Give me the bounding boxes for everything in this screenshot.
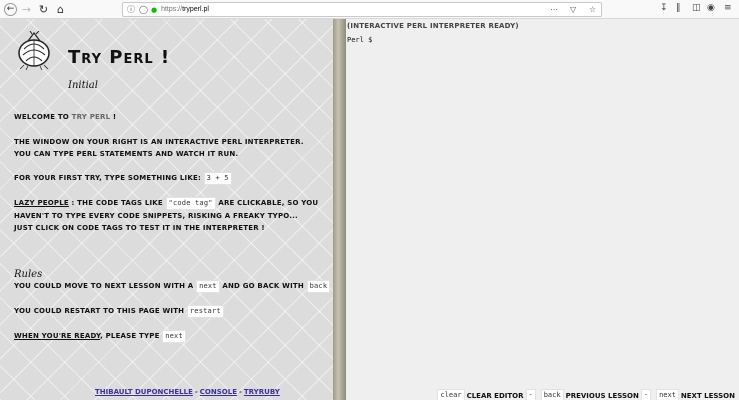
intro-line-2: You can type Perl statements and watch i… [14, 150, 239, 158]
lesson-pane: Try Perl ! Initial Welcome to Try Perl !… [0, 19, 333, 400]
intro-text: The window on your right is an interacti… [14, 136, 304, 160]
library-icon[interactable]: ‖ [676, 3, 681, 13]
rule-next-back: You could move to next lesson with a nex… [14, 280, 331, 293]
url-host: tryperl.pl [182, 6, 209, 13]
rules-heading: Rules [14, 269, 43, 280]
forward-icon[interactable]: → [19, 2, 34, 17]
back-code-tag[interactable]: back [540, 389, 564, 400]
next-code-tag[interactable]: next [656, 389, 679, 400]
rule1-text-1: You could move to next lesson with a [14, 282, 197, 290]
onion-logo-icon [18, 31, 50, 71]
welcome-text: Welcome to Try Perl ! [14, 111, 116, 123]
sidebar-icon[interactable]: ◫ [692, 3, 701, 13]
tryruby-link[interactable]: TryRuby [244, 388, 280, 396]
intro-line-1: The window on your right is an interacti… [14, 138, 304, 146]
reload-icon[interactable]: ↻ [36, 2, 51, 17]
console-footer: clear Clear editor - back Previous lesso… [434, 389, 735, 400]
welcome-prefix: Welcome to [14, 113, 72, 121]
perl-console[interactable]: (Interactive Perl interpreter ready) Per… [346, 19, 739, 400]
welcome-suffix: ! [110, 113, 117, 121]
code-tag-back[interactable]: back [306, 280, 331, 293]
welcome-highlight: Try Perl [71, 113, 111, 121]
separator: - [640, 389, 652, 400]
lock-icon[interactable]: ● [151, 6, 157, 14]
lazy-people-label: Lazy people [14, 199, 69, 207]
rule1-text-2: and go back with [219, 282, 307, 290]
bookmark-star-icon[interactable]: ☆ [589, 5, 596, 14]
code-tag-restart[interactable]: restart [186, 305, 224, 318]
rule2-text: You could restart to this page with [14, 307, 187, 315]
ready-text-body: , please type [100, 332, 163, 340]
console-link[interactable]: Console [200, 388, 237, 396]
code-tag-next-ready[interactable]: next [162, 330, 186, 343]
author-link[interactable]: Thibault Duponchelle [95, 388, 193, 396]
clear-code-tag[interactable]: clear [437, 389, 465, 400]
separator: - [525, 389, 536, 400]
home-icon[interactable]: ⌂ [53, 2, 68, 17]
code-tag-next[interactable]: next [196, 280, 220, 293]
lazy-people-text: Lazy people : the code tags like "code t… [14, 197, 319, 234]
account-icon[interactable]: ◉ [707, 3, 715, 13]
ready-label: When you're ready [14, 332, 101, 340]
first-try-label: For your first try, type something like: [14, 174, 204, 182]
code-tag-3-plus-5[interactable]: 3 + 5 [203, 172, 232, 185]
page-actions-icon[interactable]: ⋯ [550, 5, 558, 14]
shield-icon[interactable]: ◯ [139, 5, 148, 14]
menu-icon[interactable]: ≡ [724, 3, 732, 13]
code-tag-example[interactable]: "code tag" [165, 197, 216, 210]
clear-editor-label: Clear editor [466, 391, 524, 400]
lazy-text-1: : the code tags like [68, 199, 166, 207]
pocket-icon[interactable]: ▽ [570, 5, 576, 14]
footer-separator: - [194, 388, 198, 396]
back-icon[interactable]: ← [4, 2, 17, 16]
console-header: (Interactive Perl interpreter ready) [347, 22, 519, 30]
download-icon[interactable]: ↧ [660, 3, 668, 13]
ready-text: When you're ready, please type next [14, 330, 186, 343]
previous-lesson-label: Previous lesson [565, 391, 639, 400]
footer-separator: - [238, 388, 242, 396]
url-text[interactable]: https://tryperl.pl [161, 6, 209, 13]
console-prompt[interactable]: Perl $ [347, 36, 372, 44]
url-protocol: https:// [161, 6, 183, 13]
pane-divider[interactable] [333, 19, 346, 400]
page-title: Try Perl ! [68, 47, 171, 68]
next-lesson-label: Next lesson [680, 391, 735, 400]
url-bar[interactable]: ⓘ ◯ ● https://tryperl.pl ⋯ ▽ ☆ [122, 2, 602, 17]
rule-restart: You could restart to this page with rest… [14, 305, 224, 318]
lesson-footer: Thibault Duponchelle - Console - TryRuby [95, 388, 280, 396]
first-try-text: For your first try, type something like:… [14, 172, 232, 185]
info-icon[interactable]: ⓘ [127, 4, 135, 15]
browser-toolbar: ← → ↻ ⌂ ⓘ ◯ ● https://tryperl.pl ⋯ ▽ ☆ ↧… [0, 0, 739, 19]
lesson-subtitle: Initial [68, 80, 98, 91]
